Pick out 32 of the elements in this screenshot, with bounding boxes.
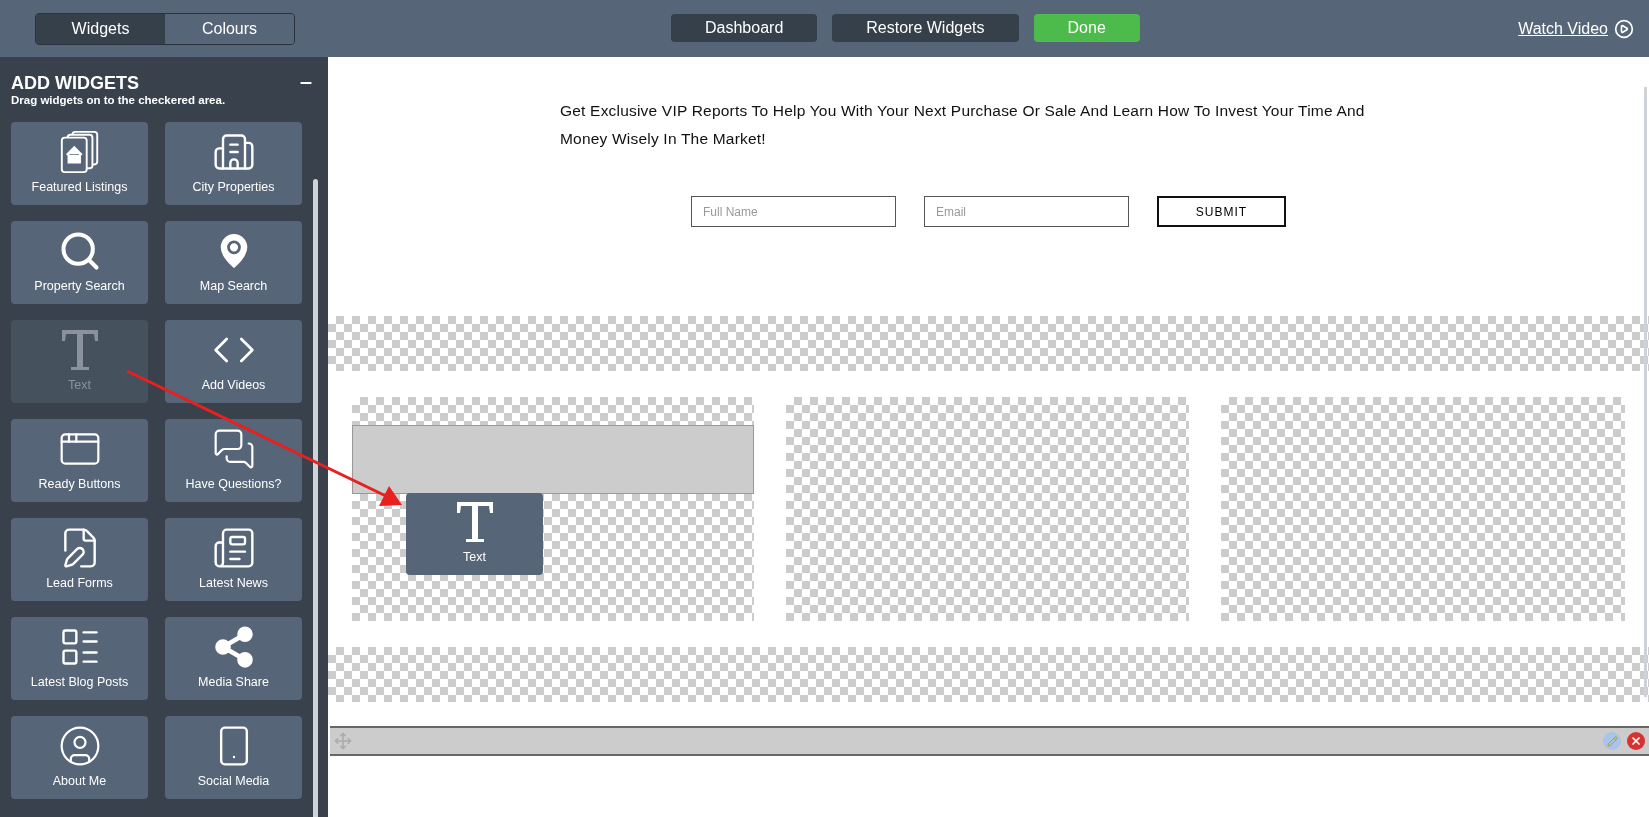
panel-subtitle: Drag widgets on to the checkered area. <box>11 93 226 107</box>
widget-tile[interactable]: Have Questions? <box>165 419 302 502</box>
letter-t-icon <box>454 500 495 545</box>
newspaper-icon <box>211 526 256 571</box>
widget-tile[interactable]: About Me <box>11 716 148 799</box>
widget-tile[interactable]: Social Media <box>165 716 302 799</box>
toolbar-button[interactable]: Dashboard <box>671 14 818 42</box>
widget-tile[interactable]: Map Search <box>165 221 302 304</box>
widget-tile[interactable]: Latest News <box>165 518 302 601</box>
panel-title: ADD WIDGETS <box>11 73 140 93</box>
scrollbar[interactable] <box>1644 87 1647 697</box>
text-field[interactable]: Email <box>924 196 1129 227</box>
widget-tile[interactable]: Add Videos <box>165 320 302 403</box>
submit-button[interactable]: SUBMIT <box>1157 196 1286 227</box>
widget-tile[interactable]: Lead Forms <box>11 518 148 601</box>
play-icon[interactable] <box>1614 18 1634 39</box>
edit-icon[interactable] <box>1603 732 1621 750</box>
toolbar-button[interactable]: Restore Widgets <box>832 14 1019 42</box>
watch-video-link[interactable]: Watch Video <box>1518 16 1608 41</box>
widget-tile[interactable]: City Properties <box>165 122 302 205</box>
close-icon[interactable] <box>1627 732 1645 750</box>
text-field[interactable]: Full Name <box>691 196 896 227</box>
move-handle-icon[interactable] <box>334 732 352 750</box>
heading-text: Get Exclusive VIP Reports To Help You With Your Next Purchase Or Sale And Learn How To Invest Your Time And Money Wisely In The Market! <box>560 101 1366 149</box>
drag-preview[interactable]: Text <box>406 493 543 575</box>
widget-tile[interactable]: Ready Buttons <box>11 419 148 502</box>
widget-tile[interactable]: Property Search <box>11 221 148 304</box>
widget-tile[interactable]: Latest Blog Posts <box>11 617 148 700</box>
widget-tile[interactable]: Media Share <box>165 617 302 700</box>
scrollbar[interactable] <box>313 179 318 817</box>
widget-tile[interactable]: Featured Listings <box>11 122 148 205</box>
tab[interactable]: Widgets <box>36 13 165 44</box>
